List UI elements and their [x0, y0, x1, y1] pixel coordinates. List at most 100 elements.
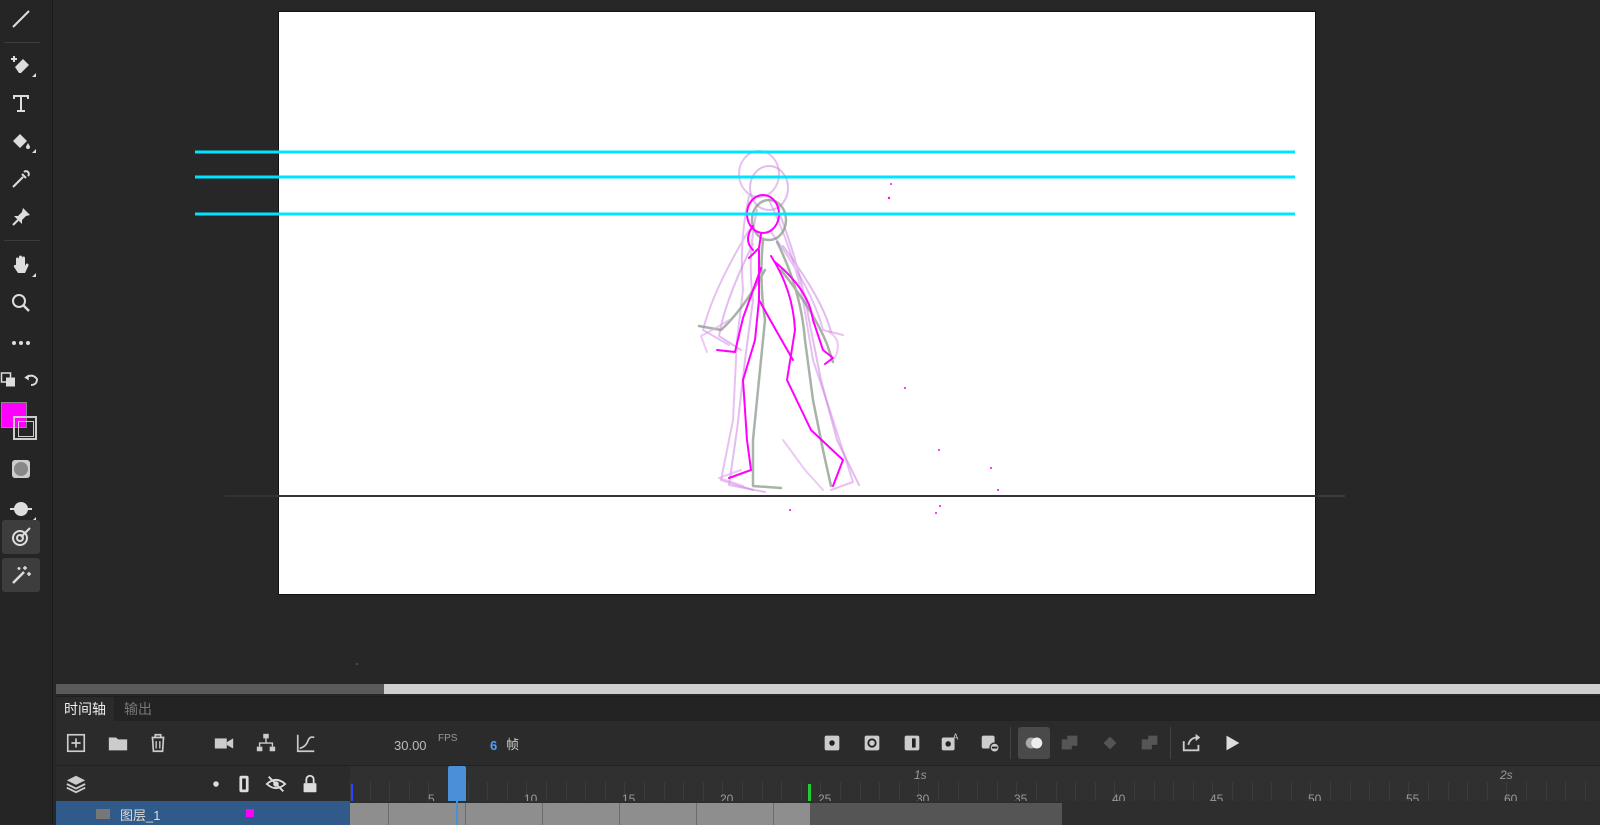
timeline-controls: 30.00 FPS 6 帧 A — [56, 721, 1600, 765]
stroke-color-swatch[interactable] — [13, 416, 37, 440]
insert-blank-keyframe-button[interactable] — [858, 729, 886, 757]
paste-frames-button[interactable] — [1136, 729, 1164, 757]
text-tool-button[interactable] — [2, 86, 40, 120]
current-frame-value[interactable]: 6 — [490, 738, 497, 753]
second-marker: 1s — [914, 768, 927, 782]
layer-row[interactable]: 图层_1 — [56, 801, 350, 825]
layer-header — [56, 765, 350, 802]
lock-layers-button[interactable] — [296, 770, 324, 798]
graph-button[interactable] — [292, 729, 320, 757]
frames-row[interactable] — [350, 801, 1600, 825]
paint-bucket-icon — [13, 134, 30, 149]
paste-frames-icon — [1141, 735, 1158, 750]
onion-skin-button[interactable] — [1018, 727, 1050, 759]
ruler-tick — [1251, 782, 1253, 802]
pin-icon — [12, 208, 30, 226]
more-tools-button[interactable] — [2, 326, 40, 360]
zoom-tool-button[interactable] — [2, 286, 40, 320]
ruler-tick — [487, 782, 489, 802]
scrollbar-thumb[interactable] — [56, 684, 384, 694]
frame-cell[interactable] — [581, 803, 620, 825]
playhead[interactable] — [448, 766, 466, 802]
ruler-tick — [1075, 782, 1077, 802]
ruler-tick — [879, 782, 881, 802]
dot-icon — [213, 781, 219, 787]
ruler-tick — [1369, 782, 1371, 802]
ruler-tick — [565, 782, 567, 802]
layer-name[interactable]: 图层_1 — [120, 805, 160, 824]
frame-cell[interactable] — [350, 803, 389, 825]
frame-cell[interactable] — [773, 803, 813, 825]
brush-mode-icon — [10, 502, 32, 516]
highlight-layers-button[interactable] — [202, 770, 230, 798]
ruler-tick — [1153, 782, 1155, 802]
ruler-tick — [977, 782, 979, 802]
ruler-tick — [1447, 782, 1449, 802]
previous-keyframe-button[interactable] — [1096, 729, 1124, 757]
ruler-tick — [683, 782, 685, 802]
frame-cell[interactable] — [465, 803, 505, 825]
stage-area[interactable] — [53, 0, 1600, 683]
line-icon — [12, 10, 30, 28]
frame-ruler[interactable]: 5 10 15 20 25 30 35 40 45 50 55 60 1s 2s — [350, 765, 1600, 802]
tools-panel — [0, 0, 53, 824]
ruler-tick — [604, 782, 606, 802]
default-colors-button[interactable] — [22, 362, 40, 396]
ruler-tick — [1388, 782, 1390, 802]
frame-cell[interactable] — [696, 803, 736, 825]
ruler-tick — [1094, 782, 1096, 802]
range-end-marker[interactable] — [808, 784, 811, 802]
swap-colors-button[interactable] — [0, 362, 18, 396]
object-drawing-button[interactable] — [2, 452, 40, 486]
eyedropper-tool-button[interactable] — [2, 162, 40, 196]
hand-tool-button[interactable] — [2, 248, 40, 282]
frame-cell[interactable] — [735, 803, 774, 825]
insert-keyframe-button[interactable] — [818, 729, 846, 757]
frame-cell[interactable] — [619, 803, 659, 825]
frame-cell[interactable] — [658, 803, 697, 825]
frame-cell[interactable] — [504, 803, 543, 825]
play-button[interactable] — [1218, 729, 1246, 757]
new-folder-button[interactable] — [104, 729, 132, 757]
auto-keyframe-button[interactable]: A — [936, 729, 964, 757]
paint-bucket-tool-button[interactable] — [2, 124, 40, 158]
tab-timeline[interactable]: 时间轴 — [56, 697, 114, 721]
frame-cell[interactable] — [427, 803, 466, 825]
frame-cell[interactable] — [388, 803, 428, 825]
hide-layers-button[interactable] — [262, 770, 290, 798]
layer-color-box[interactable] — [246, 809, 254, 817]
fps-value[interactable]: 30.00 — [394, 738, 427, 753]
pen-tool-button[interactable] — [2, 48, 40, 82]
outline-layers-button[interactable] — [230, 770, 258, 798]
asset-warp-tool-button[interactable] — [2, 520, 40, 554]
toolbar-separator — [1170, 727, 1171, 759]
range-start-marker[interactable] — [351, 784, 353, 802]
magic-wand-tool-button[interactable] — [2, 558, 40, 592]
layer-parenting-button[interactable] — [252, 729, 280, 757]
delete-layer-button[interactable] — [144, 729, 172, 757]
camera-button[interactable] — [210, 729, 238, 757]
ruler-tick — [389, 782, 391, 802]
edit-multiple-frames-button[interactable] — [1056, 729, 1084, 757]
ruler-tick — [546, 782, 547, 802]
frame-cell[interactable] — [542, 803, 582, 825]
svg-text:A: A — [953, 732, 959, 741]
text-icon — [13, 95, 29, 112]
layers-icon — [66, 775, 86, 794]
ruler-tick — [1330, 782, 1331, 802]
guide-lines — [195, 150, 1295, 216]
ruler-tick — [800, 782, 802, 802]
insert-frame-button[interactable] — [898, 729, 926, 757]
pin-tool-button[interactable] — [2, 200, 40, 234]
ruler-tick — [1428, 782, 1429, 802]
tab-output[interactable]: 输出 — [116, 697, 160, 721]
extended-frame-span[interactable] — [810, 803, 1062, 825]
clear-keyframe-button[interactable] — [976, 729, 1004, 757]
toolbar-divider — [4, 42, 40, 43]
loop-button[interactable] — [1178, 729, 1206, 757]
line-tool-button[interactable] — [2, 2, 40, 36]
stage-horizontal-scrollbar[interactable] — [56, 684, 1600, 694]
play-icon — [1226, 735, 1240, 751]
new-layer-button[interactable] — [62, 729, 90, 757]
layers-toggle-button[interactable] — [62, 770, 90, 798]
